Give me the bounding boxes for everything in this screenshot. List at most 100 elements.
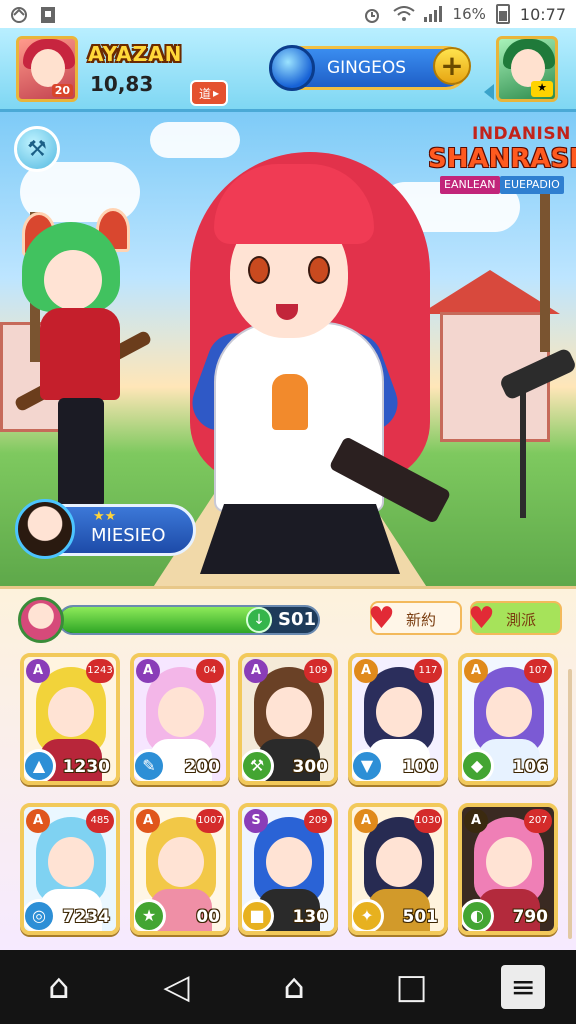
status-bar: 16% 10:77 <box>0 0 576 28</box>
side-character-body <box>40 308 120 400</box>
friend-avatar[interactable]: ★ <box>496 36 558 102</box>
card-level: 109 <box>304 659 332 683</box>
card-power: 100 <box>402 757 439 777</box>
card-role-icon: ■ <box>242 899 274 931</box>
card-rank: A <box>26 659 50 683</box>
friend-arrow-icon <box>484 84 494 100</box>
sim-icon <box>40 6 60 23</box>
card-level: 117 <box>414 659 442 683</box>
character-card[interactable]: A 207 ◐ 790 <box>458 803 558 935</box>
card-level: 485 <box>86 809 114 833</box>
card-level: 209 <box>304 809 332 833</box>
event-title-top[interactable]: INDANISN <box>472 124 571 144</box>
card-role-icon: ✦ <box>352 899 384 931</box>
home-button-icon[interactable]: ⌂ <box>266 959 322 1015</box>
card-rank: A <box>244 659 268 683</box>
card-rank: A <box>136 659 160 683</box>
card-level: 107 <box>524 659 552 683</box>
card-rank: A <box>26 809 50 833</box>
signal-icon <box>423 6 443 22</box>
card-rank: A <box>464 659 488 683</box>
character-card[interactable]: A 1243 ▲ 1230 <box>20 653 120 785</box>
character-card[interactable]: A 109 ⚒ 300 <box>238 653 338 785</box>
card-power: 200 <box>184 757 221 777</box>
main-character-eye <box>308 256 330 284</box>
card-power: 300 <box>292 757 329 777</box>
card-role-icon: ▲ <box>24 749 56 781</box>
card-rank: A <box>136 809 160 833</box>
event-label: 測派 <box>506 611 537 629</box>
card-rank: A <box>354 809 378 833</box>
battery-percent: 16% <box>452 5 486 23</box>
back-icon[interactable]: ◁ <box>148 959 204 1015</box>
battery-icon <box>495 4 510 24</box>
card-power: 00 <box>196 907 220 927</box>
xp-avatar[interactable] <box>18 597 64 643</box>
card-face <box>158 687 204 737</box>
event-tag-left: EANLEAN <box>440 176 500 194</box>
gem-icon <box>269 45 315 91</box>
card-level: 1030 <box>414 809 442 833</box>
gem-currency-bar: GINGEOS + <box>269 45 471 91</box>
palm-tree <box>540 192 550 352</box>
recents-icon[interactable]: □ <box>384 959 440 1015</box>
character-scene: ⚒ INDANISN SHANRASI EANLEAN EUEPADIO ★★ … <box>0 112 576 586</box>
card-face <box>266 837 312 887</box>
xp-arrow-icon: ↓ <box>246 607 272 633</box>
home-icon[interactable]: ⌂ <box>31 959 87 1015</box>
card-role-icon: ✎ <box>134 749 166 781</box>
character-card[interactable]: A 1030 ✦ 501 <box>348 803 448 935</box>
xp-progress-fill <box>60 607 272 633</box>
add-currency-button[interactable]: + <box>433 47 471 85</box>
navigation-bar: ⌂ ◁ ⌂ □ ≡ <box>0 950 576 1024</box>
character-card[interactable]: A 117 ▼ 100 <box>348 653 448 785</box>
main-character-eye <box>248 256 270 284</box>
mission-button[interactable]: ★★ MIESIEO <box>15 499 196 559</box>
mail-badge-button[interactable]: 道 ▸ <box>190 80 228 106</box>
cloud <box>150 122 240 158</box>
wifi-icon <box>392 6 415 22</box>
wrench-icon[interactable]: ⚒ <box>14 126 60 172</box>
card-power: 7234 <box>62 907 110 927</box>
settings-icon <box>10 6 30 23</box>
card-face <box>266 687 312 737</box>
card-role-icon: ◆ <box>462 749 494 781</box>
card-level: 1243 <box>86 659 114 683</box>
panel-scrollbar[interactable] <box>568 669 572 939</box>
recruit-label: 新約 <box>406 611 437 629</box>
character-card[interactable]: A 04 ✎ 200 <box>130 653 230 785</box>
card-face <box>376 687 422 737</box>
character-card[interactable]: S 209 ■ 130 <box>238 803 338 935</box>
game-header: 20 AYAZAN 10,83 道 ▸ GINGEOS + ★ <box>0 28 576 112</box>
card-rank: A <box>464 809 488 833</box>
card-power: 130 <box>292 907 329 927</box>
heart-icon: ♥ <box>468 601 495 636</box>
main-character-skirt <box>200 504 400 574</box>
side-character-face <box>44 250 102 310</box>
player-coins: 10,83 <box>90 72 154 96</box>
mission-avatar <box>15 499 75 559</box>
card-rank: S <box>244 809 268 833</box>
card-power: 501 <box>402 907 439 927</box>
card-power: 790 <box>512 907 549 927</box>
clock: 10:77 <box>519 4 566 24</box>
card-face <box>48 687 94 737</box>
roster-panel: ↓ S01 ♥ 新約 ♥ 測派 A 1243 ▲ 1230 A 04 ✎ 200 A 109 ⚒ 30… <box>0 586 576 950</box>
card-face <box>376 837 422 887</box>
character-card[interactable]: A 1007 ★ 00 <box>130 803 230 935</box>
player-avatar[interactable]: 20 <box>16 36 78 102</box>
card-face <box>486 837 532 887</box>
event-button[interactable]: ♥ 測派 <box>468 601 562 636</box>
menu-icon[interactable]: ≡ <box>501 965 546 1009</box>
card-role-icon: ⚒ <box>242 749 274 781</box>
character-card[interactable]: A 485 ◎ 7234 <box>20 803 120 935</box>
event-title-main[interactable]: SHANRASI <box>428 144 576 174</box>
recruit-button[interactable]: ♥ 新約 <box>368 601 462 636</box>
card-role-icon: ◐ <box>462 899 494 931</box>
card-role-icon: ★ <box>134 899 166 931</box>
badge-arrow-icon: ▸ <box>212 86 220 100</box>
alarm-icon <box>363 6 383 23</box>
card-rank: A <box>354 659 378 683</box>
xp-value: S01 <box>278 609 317 630</box>
character-card[interactable]: A 107 ◆ 106 <box>458 653 558 785</box>
